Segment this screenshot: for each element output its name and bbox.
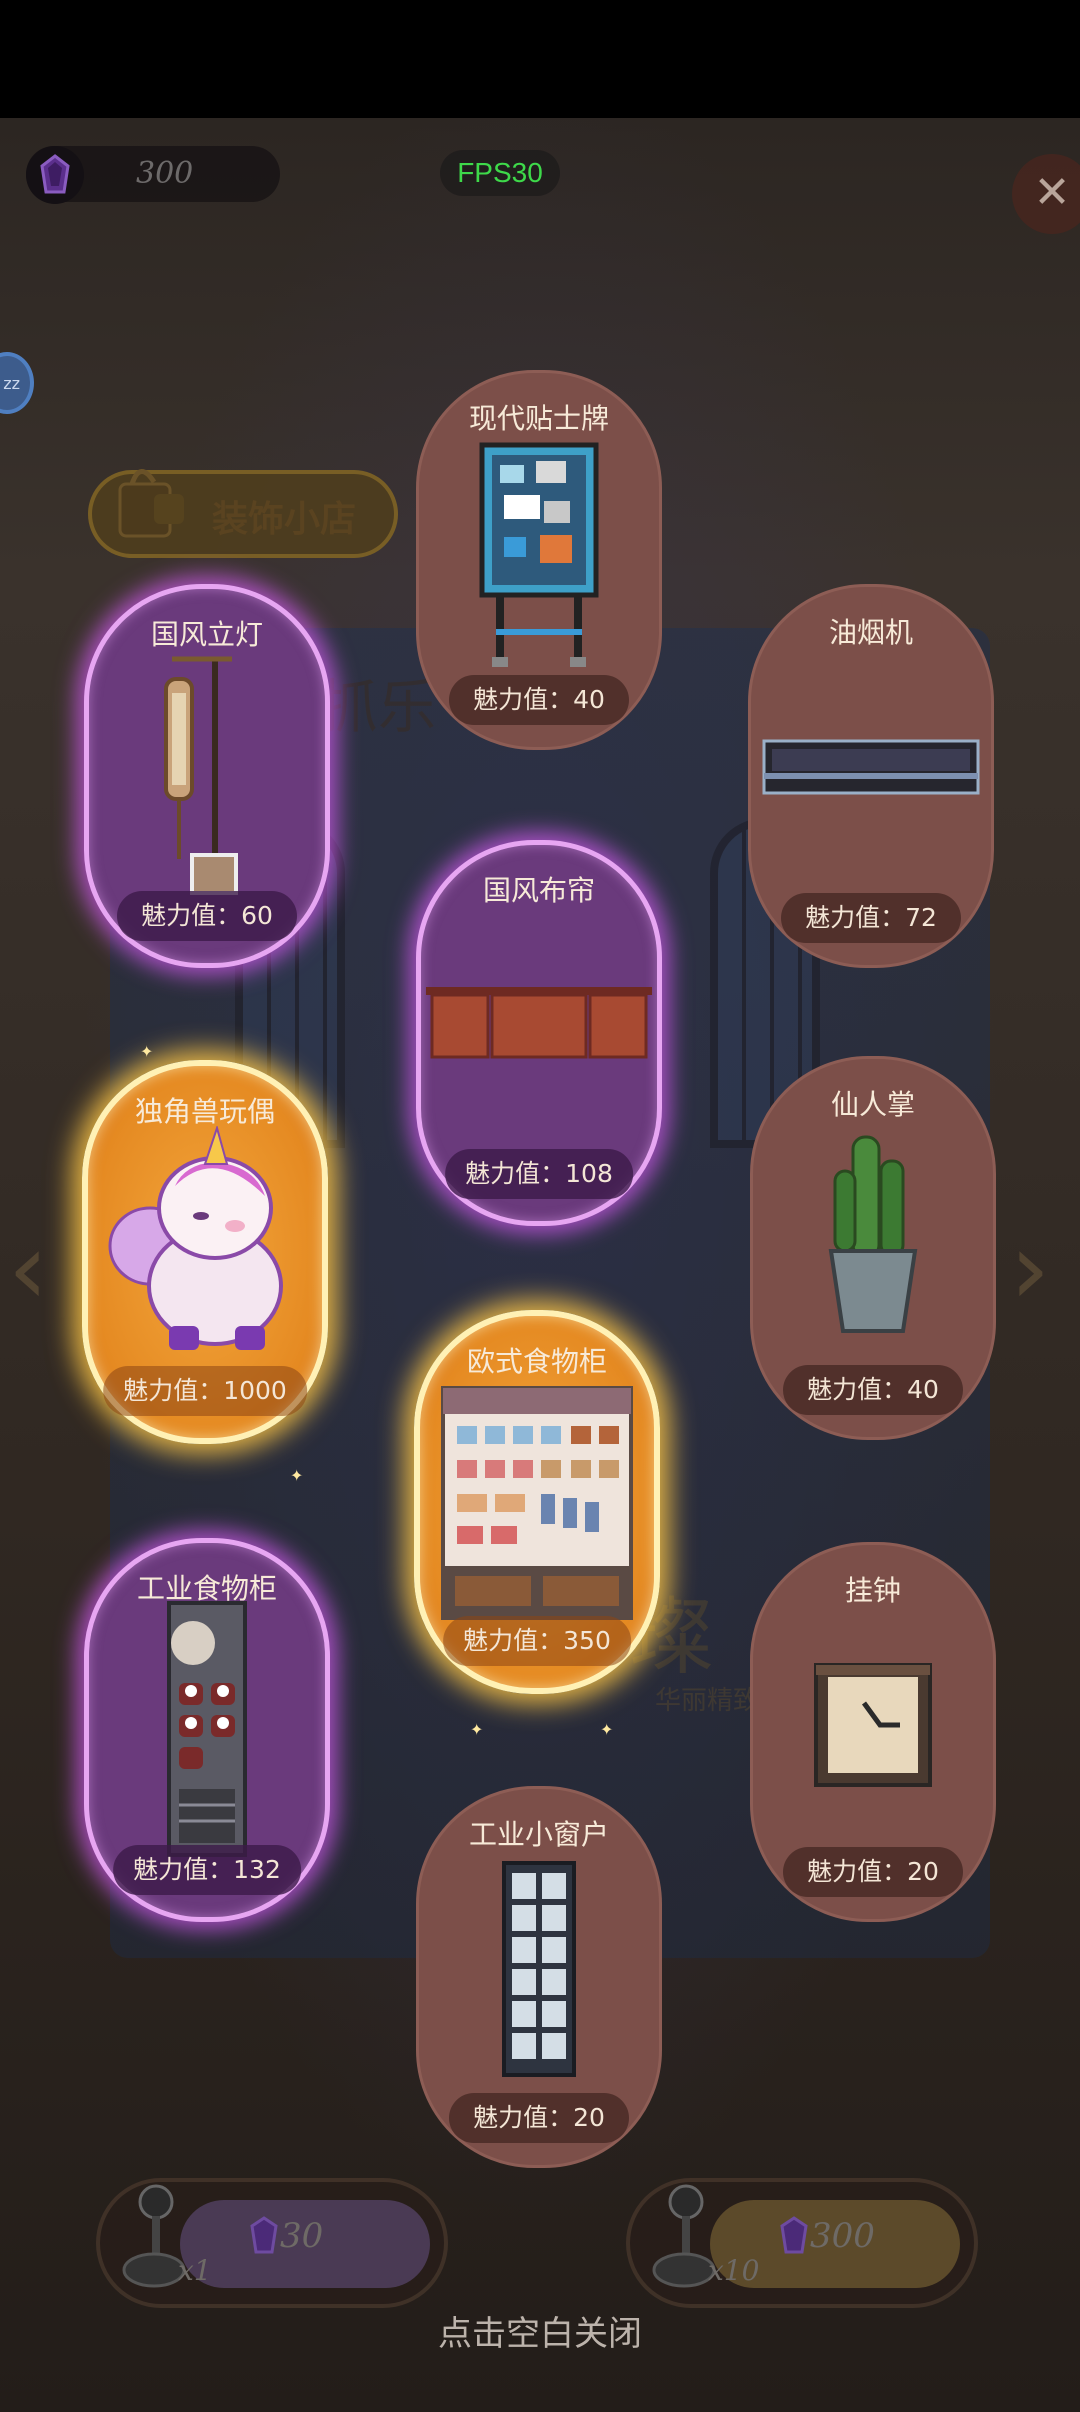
purple-gem-icon — [250, 2216, 278, 2254]
prize-card-industrial-cabinet[interactable]: 工业食物柜 魅力值：132 — [84, 1538, 330, 1922]
card-name: 独角兽玩偶 — [134, 1095, 275, 1128]
fps-counter: FPS30 — [440, 150, 560, 196]
draw-once-price: 30 — [280, 2216, 324, 2256]
draw-once-multiplier: x1 — [178, 2254, 212, 2287]
purple-gem-icon — [26, 146, 84, 204]
card-name: 挂钟 — [844, 1574, 901, 1607]
curtain-icon — [426, 987, 652, 1059]
background-gem-subtext: 华丽精致 — [655, 1686, 760, 1716]
industrial-cabinet-icon — [167, 1601, 247, 1857]
standing-lamp-icon — [164, 656, 238, 895]
next-page-arrow[interactable]: › — [1010, 1210, 1050, 1327]
sparkle-icon: ✦ — [470, 1720, 484, 1739]
prev-page-arrow[interactable]: ‹ — [8, 1210, 48, 1327]
card-name: 仙人掌 — [830, 1088, 915, 1121]
card-charm-value: 魅力值：20 — [783, 1847, 963, 1897]
card-charm-value: 魅力值：132 — [113, 1845, 301, 1895]
draw-ten-multiplier: x10 — [708, 2254, 760, 2287]
card-name: 欧式食物柜 — [466, 1345, 607, 1378]
decoration-shop-title[interactable]: 装饰小店 — [88, 469, 398, 558]
card-charm-value: 魅力值：40 — [783, 1365, 963, 1415]
currency-value: 300 — [136, 156, 194, 191]
prize-card-unicorn-plush[interactable]: 独角兽玩偶 魅力值：1000 — [82, 1060, 328, 1444]
draw-once-button[interactable]: 30 x1 — [96, 2178, 448, 2308]
draw-ten-button[interactable]: 300 x10 — [626, 2178, 978, 2308]
card-name: 工业小窗户 — [468, 1818, 609, 1851]
shop-title-label: 装饰小店 — [212, 499, 357, 540]
sparkle-icon: ✦ — [290, 1466, 304, 1485]
card-charm-value: 魅力值：40 — [449, 675, 629, 725]
sparkle-icon: ✦ — [600, 1720, 614, 1739]
card-charm-value: 魅力值：108 — [445, 1149, 633, 1199]
card-charm-value: 魅力值：350 — [443, 1616, 631, 1666]
prize-card-range-hood[interactable]: 油烟机 魅力值：72 — [748, 584, 994, 968]
card-name: 国风立灯 — [150, 618, 263, 651]
range-hood-icon — [762, 739, 980, 795]
prize-card-wall-clock[interactable]: 挂钟 魅力值：20 — [750, 1542, 996, 1922]
card-charm-value: 魅力值：20 — [449, 2093, 629, 2143]
cactus-icon — [828, 1135, 918, 1333]
prize-card-industrial-window[interactable]: 工业小窗户 魅力值：20 — [416, 1786, 662, 2168]
card-name: 油烟机 — [828, 616, 913, 649]
shop-bag-icon — [118, 469, 184, 538]
card-name: 国风布帘 — [482, 874, 595, 907]
tap-blank-to-close-hint[interactable]: 点击空白关闭 — [0, 2306, 1080, 2355]
card-charm-value: 魅力值：60 — [117, 891, 297, 941]
window-icon — [502, 1861, 576, 2077]
sparkle-icon: ✦ — [140, 1042, 154, 1061]
gem-currency-display: 300 — [26, 146, 280, 204]
prize-card-modern-board[interactable]: 现代贴士牌 魅力值：40 — [416, 370, 662, 750]
prize-card-standing-lamp[interactable]: 国风立灯 魅力值：60 — [84, 584, 330, 968]
food-cabinet-icon — [441, 1386, 633, 1620]
card-charm-value: 魅力值：1000 — [103, 1366, 307, 1416]
draw-ten-price: 300 — [810, 2216, 875, 2256]
prize-card-european-food-cabinet[interactable]: 欧式食物柜 魅力值：350 — [414, 1310, 660, 1694]
card-name: 现代贴士牌 — [468, 402, 609, 435]
unicorn-plush-icon — [108, 1126, 283, 1350]
purple-gem-icon — [780, 2216, 808, 2254]
bulletin-board-icon — [479, 442, 599, 667]
prize-card-cactus[interactable]: 仙人掌 魅力值：40 — [750, 1056, 996, 1440]
prize-card-curtain[interactable]: 国风布帘 魅力值：108 — [416, 840, 662, 1226]
card-charm-value: 魅力值：72 — [781, 893, 961, 943]
wall-clock-icon — [814, 1663, 932, 1787]
